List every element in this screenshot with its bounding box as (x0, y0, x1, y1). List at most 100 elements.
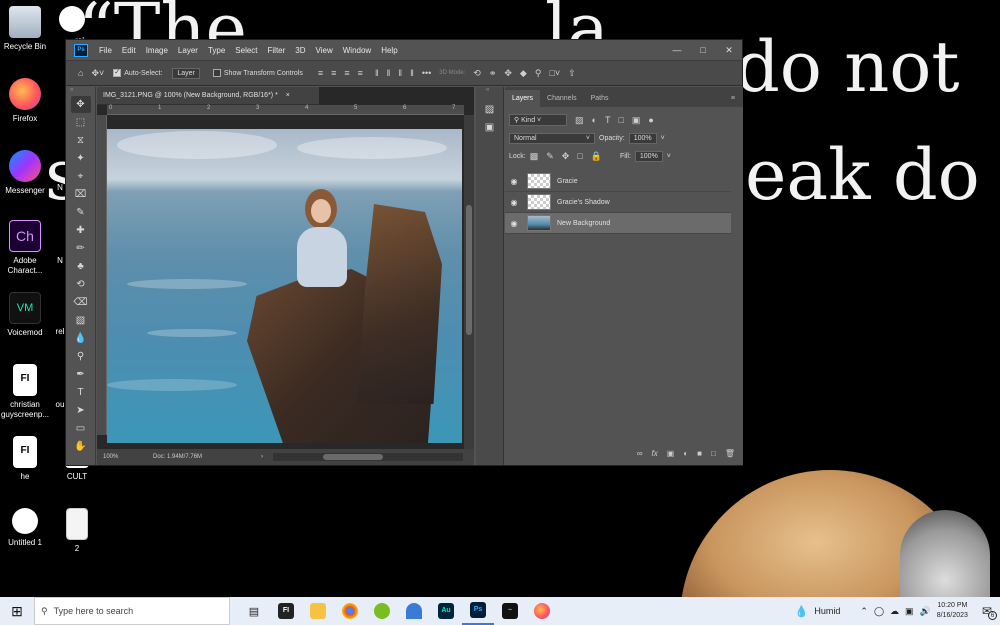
desktop-icon-2[interactable]: 2 (47, 508, 107, 554)
opacity-dropdown-icon[interactable]: ˅ (661, 135, 665, 142)
fill-dropdown-icon[interactable]: ˅ (667, 153, 671, 160)
workspace-icon[interactable]: □˅ (549, 68, 560, 78)
desktop-icon-christian[interactable]: FI christian guyscreenp... (0, 364, 55, 420)
task-view-icon[interactable]: ▤ (238, 597, 270, 625)
collapse-icon[interactable]: » (66, 87, 95, 95)
chrome-icon[interactable] (334, 597, 366, 625)
layer-style-icon[interactable]: fx (652, 449, 658, 458)
menu-edit[interactable]: Edit (117, 46, 141, 55)
blend-mode-dropdown[interactable]: Normal ˅ (509, 132, 595, 144)
align-top-icon[interactable]: ‖ (375, 68, 379, 78)
transform-controls-option[interactable]: Show Transform Controls (212, 69, 303, 77)
eraser-tool-icon[interactable]: ⌫ (71, 294, 91, 311)
3d-slide-icon[interactable]: ◆ (520, 68, 527, 79)
lock-all-icon[interactable]: 🔒 (591, 151, 602, 162)
zoom-level[interactable]: 100% (103, 454, 143, 460)
filter-pixel-icon[interactable]: ▨ (575, 115, 584, 126)
weather-icon[interactable]: 💧 (795, 605, 809, 618)
arc-app-icon[interactable] (398, 597, 430, 625)
menu-window[interactable]: Window (338, 46, 376, 55)
lasso-tool-icon[interactable]: ⧖ (71, 132, 91, 149)
eyedropper-tool-icon[interactable]: ✎ (71, 204, 91, 221)
weather-label[interactable]: Humid (814, 606, 840, 616)
utorrent-icon[interactable] (366, 597, 398, 625)
image-canvas[interactable] (107, 129, 462, 443)
filter-type-icon[interactable]: T (605, 115, 611, 125)
more-options-icon[interactable]: ••• (422, 68, 431, 78)
meet-now-icon[interactable]: ◯ (874, 606, 884, 617)
visibility-eye-icon[interactable]: ◉ (505, 219, 523, 228)
menu-view[interactable]: View (311, 46, 338, 55)
desktop-icon-messenger[interactable]: Messenger (0, 150, 55, 196)
menu-image[interactable]: Image (141, 46, 173, 55)
status-arrow-icon[interactable]: › (261, 454, 263, 460)
menu-help[interactable]: Help (376, 46, 402, 55)
align-bottom-icon[interactable]: ‖ (398, 68, 402, 78)
close-tab-icon[interactable]: × (286, 92, 290, 99)
cloud-icon[interactable]: ☁ (890, 606, 899, 617)
volume-icon[interactable]: 🔊 (920, 606, 931, 617)
opacity-input[interactable]: 100% (628, 132, 657, 144)
auto-select-option[interactable]: ✓ Auto-Select: (113, 69, 162, 77)
menu-3d[interactable]: 3D (290, 46, 310, 55)
fill-input[interactable]: 100% (634, 150, 663, 162)
kind-filter-dropdown[interactable]: ⚲ Kind ˅ (509, 114, 567, 126)
desktop-icon-voicemod[interactable]: VM Voicemod (0, 292, 55, 338)
tray-chevron-up-icon[interactable]: ⌃ (860, 606, 868, 617)
layer-row[interactable]: ◉ Gracie (505, 171, 731, 192)
new-group-icon[interactable]: ■ (697, 449, 702, 458)
libraries-panel-icon[interactable]: ▣ (480, 119, 500, 136)
minimize-icon[interactable]: — (664, 45, 690, 56)
windows-start-icon[interactable]: ⊞ (0, 603, 34, 620)
gradient-tool-icon[interactable]: ▧ (71, 312, 91, 329)
move-tool-icon[interactable]: ✥˅ (91, 68, 104, 79)
add-mask-icon[interactable]: ▣ (667, 449, 675, 458)
delete-layer-icon[interactable]: 🗑 (725, 449, 735, 458)
align-right-icon[interactable]: ≡ (344, 68, 349, 78)
clone-stamp-tool-icon[interactable]: ♣ (71, 258, 91, 275)
document-tab[interactable]: IMG_3121.PNG @ 100% (New Background, RGB… (97, 87, 319, 105)
auto-select-checkbox[interactable]: ✓ (113, 69, 122, 77)
desktop-icon-firefox[interactable]: Firefox (0, 78, 55, 124)
menu-select[interactable]: Select (230, 46, 262, 55)
close-icon[interactable]: ✕ (716, 45, 742, 56)
filter-toggle-icon[interactable]: ● (648, 115, 653, 125)
menu-layer[interactable]: Layer (173, 46, 203, 55)
move-tool-icon[interactable]: ✥ (70, 96, 91, 113)
auto-select-dropdown[interactable]: Layer (172, 67, 200, 79)
3d-rotate-icon[interactable]: ⟲ (473, 68, 481, 79)
filter-adjustment-icon[interactable]: ◐ (592, 115, 597, 125)
visibility-eye-icon[interactable]: ◉ (505, 177, 523, 186)
magic-wand-tool-icon[interactable]: ✦ (71, 150, 91, 167)
voicemod-taskbar-icon[interactable]: ~ (494, 597, 526, 625)
audition-icon[interactable]: Au (430, 597, 462, 625)
pen-tool-icon[interactable]: ✒ (71, 366, 91, 383)
3d-roll-icon[interactable]: ⚭ (489, 68, 497, 79)
file-explorer-icon[interactable] (302, 597, 334, 625)
history-brush-tool-icon[interactable]: ⟲ (71, 276, 91, 293)
desktop-icon-recycle-bin[interactable]: Recycle Bin (0, 6, 55, 52)
collapse-icon[interactable]: « (476, 87, 503, 95)
frame-tool-icon[interactable]: ⌧ (71, 186, 91, 203)
filter-smart-object-icon[interactable]: ▣ (632, 115, 641, 126)
path-selection-tool-icon[interactable]: ➤ (71, 402, 91, 419)
layer-row[interactable]: ◉ New Background (505, 213, 731, 234)
learn-panel-icon[interactable]: ▨ (480, 101, 500, 118)
firefox-taskbar-icon[interactable] (526, 597, 558, 625)
panel-menu-icon[interactable]: ≡ (723, 90, 743, 107)
new-layer-icon[interactable]: □ (711, 449, 716, 458)
transform-controls-checkbox[interactable] (212, 69, 221, 77)
blur-tool-icon[interactable]: 💧 (71, 330, 91, 347)
notification-center-icon[interactable]: ✉ 6 (982, 604, 997, 620)
network-icon[interactable]: ▣ (905, 606, 914, 617)
align-left-icon[interactable]: ≡ (318, 68, 323, 78)
3d-pan-icon[interactable]: ✥ (504, 68, 512, 79)
hand-tool-icon[interactable]: ✋ (71, 438, 91, 455)
share-icon[interactable]: ⇧ (568, 68, 576, 79)
tab-channels[interactable]: Channels (540, 90, 584, 107)
align-center-icon[interactable]: ≡ (331, 68, 336, 78)
home-icon[interactable]: ⌂ (78, 68, 83, 78)
type-tool-icon[interactable]: T (71, 384, 91, 401)
link-layers-icon[interactable]: ∞ (637, 449, 643, 458)
distribute-vertical-icon[interactable]: ‖ (410, 68, 414, 78)
